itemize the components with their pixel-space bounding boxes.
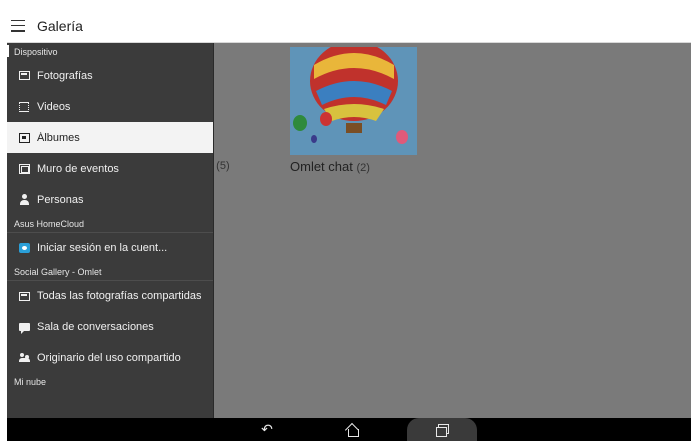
video-icon bbox=[18, 101, 30, 113]
drawer-item-label: Fotografías bbox=[37, 69, 93, 82]
section-header-device: Dispositivo bbox=[7, 43, 213, 60]
album-thumbnail bbox=[290, 47, 417, 155]
drawer-item-label: Personas bbox=[37, 193, 84, 206]
section-header-social-gallery: Social Gallery - Omlet bbox=[14, 266, 102, 277]
system-nav-bar: ↶ bbox=[7, 418, 691, 441]
drawer-item-label: Videos bbox=[37, 100, 71, 113]
homecloud-icon bbox=[18, 242, 30, 254]
recent-apps-icon bbox=[436, 424, 449, 437]
drawer-item-videos[interactable]: Videos bbox=[7, 91, 213, 122]
drawer-item-label: Iniciar sesión en la cuent... bbox=[37, 242, 168, 254]
drawer-item-people[interactable]: Personas bbox=[7, 184, 213, 215]
album-card[interactable]: Omlet chat (2) bbox=[290, 47, 417, 174]
photos-icon bbox=[18, 70, 30, 82]
chat-icon bbox=[18, 321, 30, 334]
drawer-item-share-origin[interactable]: Originario del uso compartido bbox=[7, 342, 213, 373]
section-header-homecloud: Asus HomeCloud bbox=[14, 218, 85, 229]
drawer-item-all-shared-photos[interactable]: Todas las fotografías compartidas bbox=[7, 280, 213, 311]
drawer-item-homecloud-login[interactable]: Iniciar sesión en la cuent... bbox=[7, 232, 213, 263]
drawer-item-label: Muro de eventos bbox=[37, 162, 119, 175]
album-count: (2) bbox=[356, 162, 370, 174]
home-button[interactable] bbox=[337, 418, 367, 441]
event-wall-icon bbox=[18, 163, 30, 175]
drawer-item-photos[interactable]: Fotografías bbox=[7, 60, 213, 91]
app-bar: Galería bbox=[7, 9, 691, 43]
back-button[interactable]: ↶ bbox=[252, 418, 282, 441]
menu-icon[interactable] bbox=[11, 19, 25, 32]
album-icon bbox=[18, 132, 30, 144]
drawer-item-chat-rooms[interactable]: Sala de conversaciones bbox=[7, 311, 213, 342]
person-icon bbox=[18, 194, 30, 206]
shared-photos-icon bbox=[18, 290, 30, 302]
drawer-item-label: Sala de conversaciones bbox=[37, 320, 154, 333]
drawer-item-label: Originario del uso compartido bbox=[37, 351, 181, 364]
app-title: Galería bbox=[37, 17, 83, 34]
share-origin-icon bbox=[18, 352, 30, 364]
album-caption: Omlet chat (2) bbox=[290, 159, 417, 174]
drawer-item-albums[interactable]: Álbumes bbox=[7, 122, 213, 153]
drawer-item-event-wall[interactable]: Muro de eventos bbox=[7, 153, 213, 184]
recent-apps-button[interactable] bbox=[407, 418, 477, 441]
tablet-screen: Galería Omlet chat (2) e (5) Dispositivo… bbox=[7, 9, 691, 441]
navigation-drawer: Dispositivo Fotografías Videos Álbumes M… bbox=[7, 43, 214, 418]
back-icon: ↶ bbox=[261, 421, 273, 437]
album-name: Omlet chat bbox=[290, 159, 353, 174]
section-header-my-cloud: Mi nube bbox=[14, 376, 47, 387]
drawer-item-label: Todas las fotografías compartidas bbox=[37, 290, 202, 302]
drawer-item-label: Álbumes bbox=[37, 131, 80, 144]
home-icon bbox=[346, 424, 359, 437]
